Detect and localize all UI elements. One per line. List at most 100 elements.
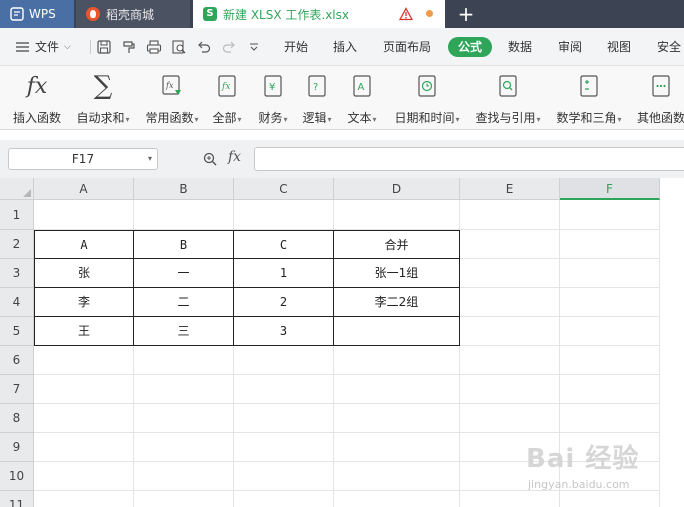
cell-e6[interactable]: [460, 346, 560, 375]
row-header-4[interactable]: 4: [0, 288, 34, 317]
cell-d3[interactable]: 张一1组: [334, 259, 460, 288]
cell-c11[interactable]: [234, 491, 334, 507]
cell-c6[interactable]: [234, 346, 334, 375]
cell-c2[interactable]: C: [234, 230, 334, 259]
cell-b6[interactable]: [134, 346, 234, 375]
finance-functions-button[interactable]: ¥ 财务▾: [254, 72, 292, 126]
cell-d5[interactable]: [334, 317, 460, 346]
redo-icon[interactable]: [221, 39, 237, 55]
column-header-f[interactable]: F: [560, 178, 660, 200]
row-header-7[interactable]: 7: [0, 375, 34, 404]
cell-a6[interactable]: [34, 346, 134, 375]
all-functions-button[interactable]: fx 全部▾: [208, 72, 246, 126]
fx-label[interactable]: fx: [228, 149, 241, 165]
warning-icon[interactable]: [399, 7, 413, 21]
cell-d1[interactable]: [334, 200, 460, 230]
cell-b8[interactable]: [134, 404, 234, 433]
cell-a8[interactable]: [34, 404, 134, 433]
cell-f1[interactable]: [560, 200, 660, 230]
tab-daoke-store[interactable]: 稻壳商城: [76, 0, 190, 28]
cell-a3[interactable]: 张: [34, 259, 134, 288]
cell-e8[interactable]: [460, 404, 560, 433]
cell-d2[interactable]: 合并: [334, 230, 460, 259]
cell-c7[interactable]: [234, 375, 334, 404]
cell-a10[interactable]: [34, 462, 134, 491]
cell-e4[interactable]: [460, 288, 560, 317]
menu-page-layout[interactable]: 页面布局: [383, 38, 431, 56]
cell-f4[interactable]: [560, 288, 660, 317]
menu-view[interactable]: 视图: [607, 38, 631, 56]
cell-c3[interactable]: 1: [234, 259, 334, 288]
cell-c10[interactable]: [234, 462, 334, 491]
cell-d9[interactable]: [334, 433, 460, 462]
cell-f8[interactable]: [560, 404, 660, 433]
column-header-a[interactable]: A: [34, 178, 134, 200]
cell-d11[interactable]: [334, 491, 460, 507]
quick-access-dropdown-icon[interactable]: [246, 39, 262, 55]
tab-active-document[interactable]: S 新建 XLSX 工作表.xlsx: [193, 0, 445, 28]
cell-a5[interactable]: 王: [34, 317, 134, 346]
cell-a4[interactable]: 李: [34, 288, 134, 317]
format-painter-icon[interactable]: [121, 39, 137, 55]
cell-a1[interactable]: [34, 200, 134, 230]
menu-security[interactable]: 安全: [657, 38, 681, 56]
cell-a7[interactable]: [34, 375, 134, 404]
text-functions-button[interactable]: A 文本▾: [343, 72, 381, 126]
row-header-2[interactable]: 2: [0, 230, 34, 259]
cell-f6[interactable]: [560, 346, 660, 375]
other-functions-button[interactable]: 其他函数: [632, 72, 684, 126]
insert-function-button[interactable]: fx 插入函数: [8, 72, 66, 126]
row-header-3[interactable]: 3: [0, 259, 34, 288]
menu-home[interactable]: 开始: [284, 38, 308, 56]
cell-f2[interactable]: [560, 230, 660, 259]
math-functions-button[interactable]: 数学和三角▾: [552, 72, 626, 126]
menu-formula[interactable]: 公式: [448, 37, 492, 57]
row-header-11[interactable]: 11: [0, 491, 34, 507]
menu-review[interactable]: 审阅: [558, 38, 582, 56]
row-header-9[interactable]: 9: [0, 433, 34, 462]
cell-f5[interactable]: [560, 317, 660, 346]
cell-c8[interactable]: [234, 404, 334, 433]
print-icon[interactable]: [146, 39, 162, 55]
cell-a11[interactable]: [34, 491, 134, 507]
cell-c1[interactable]: [234, 200, 334, 230]
cell-d10[interactable]: [334, 462, 460, 491]
row-header-5[interactable]: 5: [0, 317, 34, 346]
column-header-b[interactable]: B: [134, 178, 234, 200]
row-header-6[interactable]: 6: [0, 346, 34, 375]
common-functions-button[interactable]: fx 常用函数▾: [140, 72, 204, 126]
cell-e2[interactable]: [460, 230, 560, 259]
row-header-10[interactable]: 10: [0, 462, 34, 491]
new-tab-button[interactable]: +: [452, 0, 480, 28]
autosum-button[interactable]: ∑ 自动求和▾: [72, 72, 134, 126]
save-icon[interactable]: [96, 39, 112, 55]
cell-d7[interactable]: [334, 375, 460, 404]
cell-b11[interactable]: [134, 491, 234, 507]
row-header-8[interactable]: 8: [0, 404, 34, 433]
select-all-corner[interactable]: [0, 178, 34, 200]
cell-e7[interactable]: [460, 375, 560, 404]
cell-d4[interactable]: 李二2组: [334, 288, 460, 317]
cell-e5[interactable]: [460, 317, 560, 346]
file-menu-button[interactable]: 文件 ⌵: [16, 38, 71, 56]
cell-b3[interactable]: 一: [134, 259, 234, 288]
cell-c9[interactable]: [234, 433, 334, 462]
formula-input[interactable]: [254, 147, 684, 171]
column-header-c[interactable]: C: [234, 178, 334, 200]
print-preview-icon[interactable]: [171, 39, 187, 55]
cell-b4[interactable]: 二: [134, 288, 234, 317]
column-header-e[interactable]: E: [460, 178, 560, 200]
cell-b9[interactable]: [134, 433, 234, 462]
cell-b5[interactable]: 三: [134, 317, 234, 346]
cell-b10[interactable]: [134, 462, 234, 491]
cell-b7[interactable]: [134, 375, 234, 404]
cell-c5[interactable]: 3: [234, 317, 334, 346]
date-time-functions-button[interactable]: 日期和时间▾: [390, 72, 464, 126]
cell-f3[interactable]: [560, 259, 660, 288]
column-header-d[interactable]: D: [334, 178, 460, 200]
menu-data[interactable]: 数据: [508, 38, 532, 56]
cell-e1[interactable]: [460, 200, 560, 230]
lookup-functions-button[interactable]: 查找与引用▾: [471, 72, 545, 126]
tab-wps[interactable]: WPS: [0, 0, 74, 28]
row-header-1[interactable]: 1: [0, 200, 34, 230]
